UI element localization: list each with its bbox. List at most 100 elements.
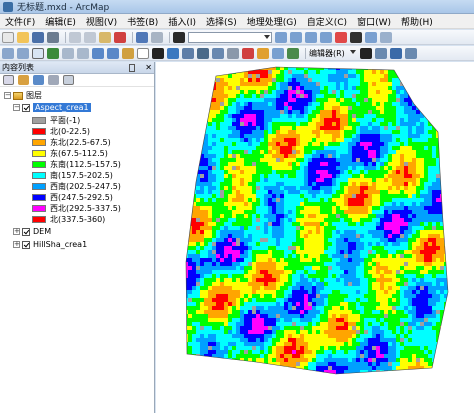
- standard-toolbar: [0, 30, 474, 45]
- identify-icon[interactable]: [167, 47, 179, 59]
- menu-selection[interactable]: 选择(S): [201, 15, 242, 28]
- model-builder-icon[interactable]: [365, 31, 377, 43]
- map-scale-combo[interactable]: [188, 31, 272, 43]
- layer-row-dem[interactable]: + DEM: [13, 226, 51, 237]
- fixed-zoom-out-icon[interactable]: [77, 47, 89, 59]
- fixed-zoom-in-icon[interactable]: [62, 47, 74, 59]
- legend-item[interactable]: 北(0-22.5): [32, 126, 90, 137]
- legend-swatch[interactable]: [32, 172, 46, 179]
- expand-icon[interactable]: +: [13, 228, 20, 235]
- legend-swatch[interactable]: [32, 161, 46, 168]
- legend-swatch[interactable]: [32, 117, 46, 124]
- select-elements-arrow-icon[interactable]: [152, 47, 164, 59]
- catalog-window-icon[interactable]: [305, 31, 317, 43]
- add-data-icon[interactable]: [173, 31, 185, 43]
- paste-icon[interactable]: [99, 31, 111, 43]
- html-popup-icon[interactable]: [257, 47, 269, 59]
- find-binoculars-icon[interactable]: [182, 47, 194, 59]
- copy-icon[interactable]: [84, 31, 96, 43]
- edit-annotation-icon[interactable]: [374, 47, 387, 59]
- collapse-icon[interactable]: −: [4, 92, 11, 99]
- tree-root[interactable]: − 图层: [4, 90, 42, 101]
- menu-insert[interactable]: 插入(I): [163, 15, 201, 28]
- legend-item[interactable]: 西南(202.5-247.5): [32, 181, 121, 192]
- legend-swatch[interactable]: [32, 205, 46, 212]
- clear-selection-icon[interactable]: [137, 47, 149, 59]
- legend-item[interactable]: 东(67.5-112.5): [32, 148, 108, 159]
- menu-bookmarks[interactable]: 书签(B): [122, 15, 163, 28]
- full-extent-globe-icon[interactable]: [47, 47, 59, 59]
- zoom-out-icon[interactable]: [17, 47, 29, 59]
- undo-icon[interactable]: [136, 31, 148, 43]
- list-by-visibility-icon[interactable]: [33, 75, 44, 85]
- new-document-icon[interactable]: [2, 31, 14, 43]
- visibility-checkbox[interactable]: [22, 103, 30, 112]
- list-by-drawing-order-icon[interactable]: [3, 75, 14, 85]
- edit-tool-arrow-icon[interactable]: [359, 47, 372, 59]
- menu-windows[interactable]: 窗口(W): [352, 15, 396, 28]
- toc-window-icon[interactable]: [290, 31, 302, 43]
- legend-swatch[interactable]: [32, 194, 46, 201]
- editor-toolbar-icon[interactable]: [275, 31, 287, 43]
- list-by-selection-icon[interactable]: [48, 75, 59, 85]
- python-window-icon[interactable]: [350, 31, 362, 43]
- options-icon[interactable]: [63, 75, 74, 85]
- collapse-icon[interactable]: −: [13, 104, 20, 111]
- editor-dropdown[interactable]: [347, 48, 357, 59]
- legend-item[interactable]: 北(337.5-360): [32, 214, 105, 225]
- legend-swatch[interactable]: [32, 139, 46, 146]
- endpoint-arc-icon[interactable]: [404, 47, 417, 59]
- layer-row-aspect[interactable]: − Aspect_crea1: [13, 102, 91, 113]
- help-icon[interactable]: [380, 31, 392, 43]
- back-extent-icon[interactable]: [92, 47, 104, 59]
- close-icon[interactable]: ✕: [145, 63, 152, 72]
- open-folder-icon[interactable]: [17, 31, 29, 43]
- menu-help[interactable]: 帮助(H): [396, 15, 438, 28]
- visibility-checkbox[interactable]: [22, 240, 30, 249]
- editor-menu-button[interactable]: 编辑器(R): [309, 48, 345, 59]
- pin-icon[interactable]: [129, 63, 136, 72]
- legend-item[interactable]: 西北(292.5-337.5): [32, 203, 121, 214]
- layer-name[interactable]: Aspect_crea1: [33, 103, 91, 112]
- print-icon[interactable]: [47, 31, 59, 43]
- cut-icon[interactable]: [69, 31, 81, 43]
- forward-extent-icon[interactable]: [107, 47, 119, 59]
- search-window-icon[interactable]: [320, 31, 332, 43]
- goto-xy-icon[interactable]: [212, 47, 224, 59]
- legend-item[interactable]: 东南(112.5-157.5): [32, 159, 121, 170]
- hyperlink-icon[interactable]: [242, 47, 254, 59]
- legend-swatch[interactable]: [32, 183, 46, 190]
- save-icon[interactable]: [32, 31, 44, 43]
- layer-name[interactable]: HillSha_crea1: [33, 240, 87, 249]
- legend-item[interactable]: 南(157.5-202.5): [32, 170, 113, 181]
- create-viewer-icon[interactable]: [287, 47, 299, 59]
- map-view[interactable]: [156, 62, 474, 413]
- delete-icon[interactable]: [114, 31, 126, 43]
- straight-segment-icon[interactable]: [389, 47, 402, 59]
- zoom-in-icon[interactable]: [2, 47, 14, 59]
- legend-swatch[interactable]: [32, 216, 46, 223]
- pan-hand-icon[interactable]: [32, 47, 44, 59]
- menu-customize[interactable]: 自定义(C): [302, 15, 352, 28]
- menu-file[interactable]: 文件(F): [0, 15, 40, 28]
- arctoolbox-icon[interactable]: [335, 31, 347, 43]
- redo-icon[interactable]: [151, 31, 163, 43]
- list-by-source-icon[interactable]: [18, 75, 29, 85]
- menu-geoprocessing[interactable]: 地理处理(G): [242, 15, 302, 28]
- legend-item[interactable]: 东北(22.5-67.5): [32, 137, 111, 148]
- expand-icon[interactable]: +: [13, 241, 20, 248]
- layer-name[interactable]: DEM: [33, 227, 51, 236]
- legend-swatch[interactable]: [32, 128, 46, 135]
- menu-edit[interactable]: 编辑(E): [40, 15, 81, 28]
- tools-toolbar: 编辑器(R): [0, 46, 474, 61]
- measure-icon[interactable]: [227, 47, 239, 59]
- legend-swatch[interactable]: [32, 150, 46, 157]
- legend-item[interactable]: 平面(-1): [32, 115, 80, 126]
- find-route-icon[interactable]: [197, 47, 209, 59]
- visibility-checkbox[interactable]: [22, 227, 30, 236]
- menu-view[interactable]: 视图(V): [81, 15, 122, 28]
- time-slider-icon[interactable]: [272, 47, 284, 59]
- layer-row-hillshade[interactable]: + HillSha_crea1: [13, 239, 87, 250]
- legend-item[interactable]: 西(247.5-292.5): [32, 192, 113, 203]
- select-features-icon[interactable]: [122, 47, 134, 59]
